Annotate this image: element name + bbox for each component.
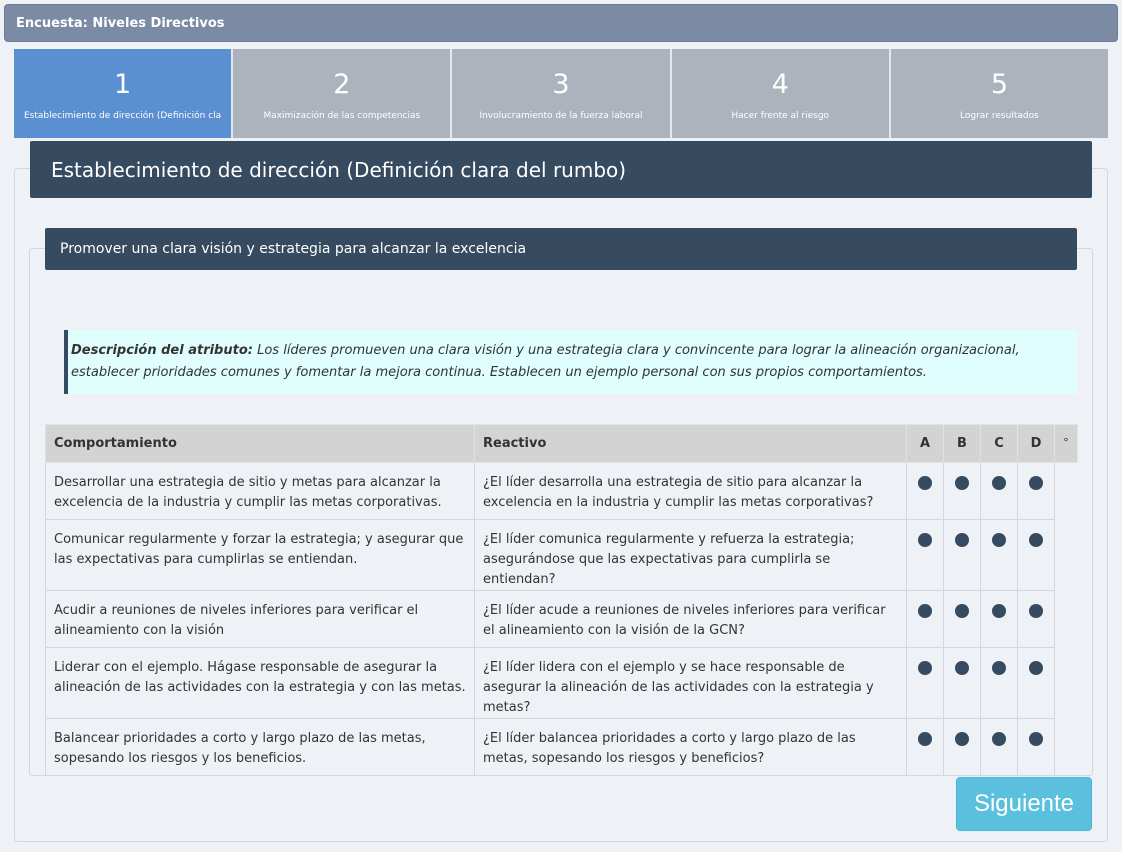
option-c-cell bbox=[980, 647, 1018, 719]
radio-d[interactable] bbox=[1029, 732, 1043, 746]
radio-c[interactable] bbox=[992, 476, 1006, 490]
question-cell: ¿El líder acude a reuniones de niveles i… bbox=[474, 590, 907, 648]
step-tab-3[interactable]: 3 Involucramiento de la fuerza laboral bbox=[452, 49, 672, 138]
subsection-title: Promover una clara visión y estrategia p… bbox=[45, 228, 1077, 270]
step-label: Establecimiento de dirección (Definición… bbox=[24, 111, 222, 121]
column-header-extra: ° bbox=[1054, 424, 1078, 463]
attribute-description: Descripción del atributo: Los líderes pr… bbox=[64, 330, 1077, 394]
column-header-behavior: Comportamiento bbox=[45, 424, 475, 463]
step-tab-1[interactable]: 1 Establecimiento de dirección (Definici… bbox=[14, 49, 234, 138]
next-button[interactable]: Siguiente bbox=[956, 777, 1092, 831]
option-a-cell bbox=[906, 519, 944, 591]
option-d-cell bbox=[1017, 718, 1055, 776]
option-d-cell bbox=[1017, 590, 1055, 648]
option-b-cell bbox=[943, 590, 981, 648]
step-tab-4[interactable]: 4 Hacer frente al riesgo bbox=[671, 49, 891, 138]
empty-cell bbox=[1055, 463, 1078, 520]
radio-c[interactable] bbox=[992, 661, 1006, 675]
step-number: 3 bbox=[552, 69, 570, 100]
table-header-row: Comportamiento Reactivo A B C D ° bbox=[45, 424, 1078, 463]
behavior-cell: Desarrollar una estrategia de sitio y me… bbox=[45, 462, 475, 520]
step-number: 2 bbox=[333, 69, 351, 100]
empty-cell bbox=[1055, 520, 1078, 591]
radio-d[interactable] bbox=[1029, 476, 1043, 490]
option-c-cell bbox=[980, 718, 1018, 776]
column-header-c: C bbox=[980, 424, 1018, 463]
option-b-cell bbox=[943, 462, 981, 520]
table-row: Balancear prioridades a corto y largo pl… bbox=[45, 718, 1078, 776]
option-a-cell bbox=[906, 590, 944, 648]
empty-cell bbox=[1055, 719, 1078, 776]
radio-d[interactable] bbox=[1029, 661, 1043, 675]
radio-c[interactable] bbox=[992, 604, 1006, 618]
behavior-cell: Acudir a reuniones de niveles inferiores… bbox=[45, 590, 475, 648]
behavior-cell: Balancear prioridades a corto y largo pl… bbox=[45, 718, 475, 776]
radio-a[interactable] bbox=[918, 732, 932, 746]
column-header-question: Reactivo bbox=[474, 424, 907, 463]
option-a-cell bbox=[906, 718, 944, 776]
radio-b[interactable] bbox=[955, 476, 969, 490]
question-cell: ¿El líder comunica regularmente y refuer… bbox=[474, 519, 907, 591]
radio-b[interactable] bbox=[955, 604, 969, 618]
option-b-cell bbox=[943, 718, 981, 776]
step-label: Lograr resultados bbox=[960, 111, 1039, 121]
step-label: Involucramiento de la fuerza laboral bbox=[479, 111, 643, 121]
evaluation-table: Comportamiento Reactivo A B C D ° Desarr… bbox=[45, 424, 1078, 776]
radio-c[interactable] bbox=[992, 732, 1006, 746]
step-tab-2[interactable]: 2 Maximización de las competencias bbox=[233, 49, 453, 138]
radio-d[interactable] bbox=[1029, 604, 1043, 618]
step-number: 5 bbox=[990, 69, 1008, 100]
behavior-cell: Comunicar regularmente y forzar la estra… bbox=[45, 519, 475, 591]
step-number: 1 bbox=[114, 69, 132, 100]
table-row: Desarrollar una estrategia de sitio y me… bbox=[45, 462, 1078, 520]
step-label: Hacer frente al riesgo bbox=[731, 111, 830, 121]
window-title: Encuesta: Niveles Directivos bbox=[4, 4, 1118, 42]
radio-a[interactable] bbox=[918, 604, 932, 618]
radio-b[interactable] bbox=[955, 533, 969, 547]
option-b-cell bbox=[943, 519, 981, 591]
radio-c[interactable] bbox=[992, 533, 1006, 547]
table-row: Acudir a reuniones de niveles inferiores… bbox=[45, 590, 1078, 648]
step-tab-5[interactable]: 5 Lograr resultados bbox=[890, 49, 1109, 138]
empty-cell bbox=[1055, 591, 1078, 648]
option-d-cell bbox=[1017, 519, 1055, 591]
question-cell: ¿El líder balancea prioridades a corto y… bbox=[474, 718, 907, 776]
option-a-cell bbox=[906, 647, 944, 719]
option-d-cell bbox=[1017, 462, 1055, 520]
step-tabs: 1 Establecimiento de dirección (Definici… bbox=[14, 49, 1109, 138]
radio-a[interactable] bbox=[918, 533, 932, 547]
column-header-a: A bbox=[906, 424, 944, 463]
column-header-d: D bbox=[1017, 424, 1055, 463]
column-header-b: B bbox=[943, 424, 981, 463]
option-c-cell bbox=[980, 590, 1018, 648]
section-title: Establecimiento de dirección (Definición… bbox=[30, 141, 1092, 198]
option-c-cell bbox=[980, 519, 1018, 591]
option-d-cell bbox=[1017, 647, 1055, 719]
radio-d[interactable] bbox=[1029, 533, 1043, 547]
description-label: Descripción del atributo: bbox=[71, 343, 253, 358]
radio-b[interactable] bbox=[955, 661, 969, 675]
step-number: 4 bbox=[771, 69, 789, 100]
radio-b[interactable] bbox=[955, 732, 969, 746]
radio-a[interactable] bbox=[918, 476, 932, 490]
behavior-cell: Liderar con el ejemplo. Hágase responsab… bbox=[45, 647, 475, 719]
question-cell: ¿El líder lidera con el ejemplo y se hac… bbox=[474, 647, 907, 719]
step-label: Maximización de las competencias bbox=[263, 111, 421, 121]
table-row: Comunicar regularmente y forzar la estra… bbox=[45, 519, 1078, 591]
empty-cell bbox=[1055, 648, 1078, 719]
table-row: Liderar con el ejemplo. Hágase responsab… bbox=[45, 647, 1078, 719]
option-c-cell bbox=[980, 462, 1018, 520]
option-a-cell bbox=[906, 462, 944, 520]
radio-a[interactable] bbox=[918, 661, 932, 675]
option-b-cell bbox=[943, 647, 981, 719]
question-cell: ¿El líder desarrolla una estrategia de s… bbox=[474, 462, 907, 520]
